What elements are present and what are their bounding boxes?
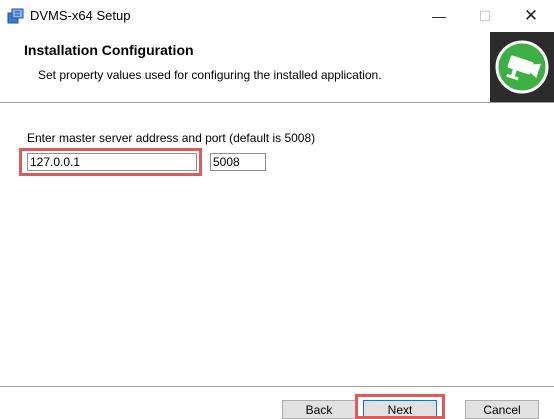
page-title: Installation Configuration (24, 42, 194, 58)
next-button[interactable]: Next (363, 400, 437, 419)
server-address-input[interactable] (27, 153, 197, 171)
maximize-button[interactable]: ☐ (462, 0, 508, 32)
port-input[interactable] (210, 153, 266, 171)
security-camera-icon (495, 40, 549, 94)
server-address-label: Enter master server address and port (de… (27, 131, 316, 145)
header-banner: Installation Configuration Set property … (0, 32, 554, 103)
back-button[interactable]: Back (282, 400, 356, 419)
title-bar: DVMS-x64 Setup — ☐ ✕ (0, 0, 554, 32)
installer-icon (7, 8, 24, 24)
window-title: DVMS-x64 Setup (30, 8, 131, 23)
close-button[interactable]: ✕ (508, 0, 554, 32)
page-subtitle: Set property values used for configuring… (38, 68, 382, 82)
footer-divider (0, 386, 554, 387)
minimize-button[interactable]: — (416, 0, 462, 32)
cancel-button[interactable]: Cancel (465, 400, 539, 419)
product-logo (490, 32, 554, 102)
